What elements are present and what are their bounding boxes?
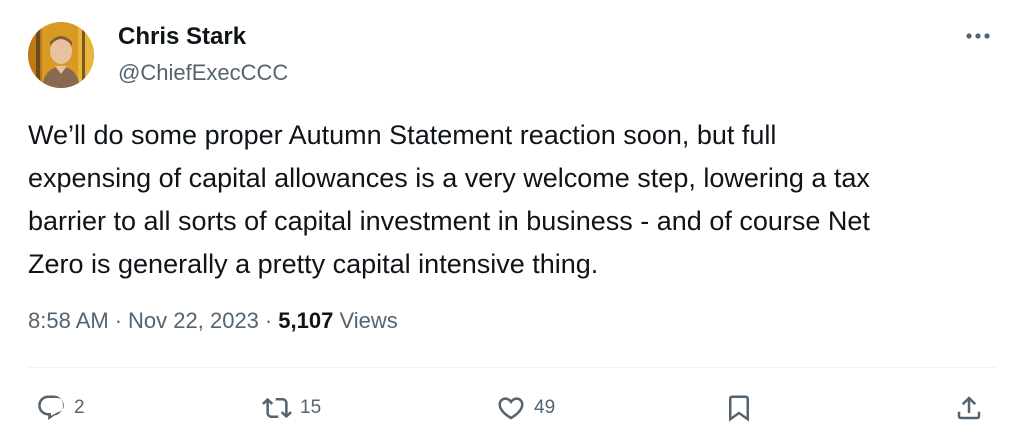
share-icon xyxy=(957,396,981,420)
meta-separator: · xyxy=(264,308,273,333)
reply-icon xyxy=(38,395,64,420)
divider xyxy=(28,367,996,368)
reply-button[interactable]: 2 xyxy=(36,384,85,432)
author-info: Chris Stark @ChiefExecCCC xyxy=(118,22,288,88)
avatar[interactable] xyxy=(28,22,94,88)
bookmark-icon xyxy=(729,395,749,422)
meta-separator: · xyxy=(114,308,123,333)
tweet-time[interactable]: 8:58 AM xyxy=(28,308,109,333)
views-count: 5,107 xyxy=(278,308,334,333)
tweet-text: We’ll do some proper Autumn Statement re… xyxy=(28,120,870,279)
like-button[interactable]: 49 xyxy=(496,384,555,432)
reply-count: 2 xyxy=(74,397,85,418)
retweet-count: 15 xyxy=(300,397,322,418)
user-handle[interactable]: @ChiefExecCCC xyxy=(118,58,288,88)
tweet-date[interactable]: Nov 22, 2023 xyxy=(128,308,259,333)
more-horizontal-icon xyxy=(966,33,990,39)
share-button[interactable] xyxy=(954,384,984,432)
avatar-image xyxy=(28,22,94,88)
retweet-button[interactable]: 15 xyxy=(262,384,321,432)
tweet-card: Chris Stark @ChiefExecCCC We’ll do some … xyxy=(0,0,1024,448)
bookmark-button[interactable] xyxy=(724,384,754,432)
more-options-button[interactable] xyxy=(958,22,998,50)
views-label: Views xyxy=(339,308,398,333)
tweet-meta: 8:58 AM · Nov 22, 2023 · 5,107 Views xyxy=(28,306,398,336)
heart-icon xyxy=(498,397,524,420)
retweet-icon xyxy=(262,397,292,419)
like-count: 49 xyxy=(534,397,556,418)
display-name[interactable]: Chris Stark xyxy=(118,22,288,52)
action-bar: 2 15 49 xyxy=(0,384,1024,432)
